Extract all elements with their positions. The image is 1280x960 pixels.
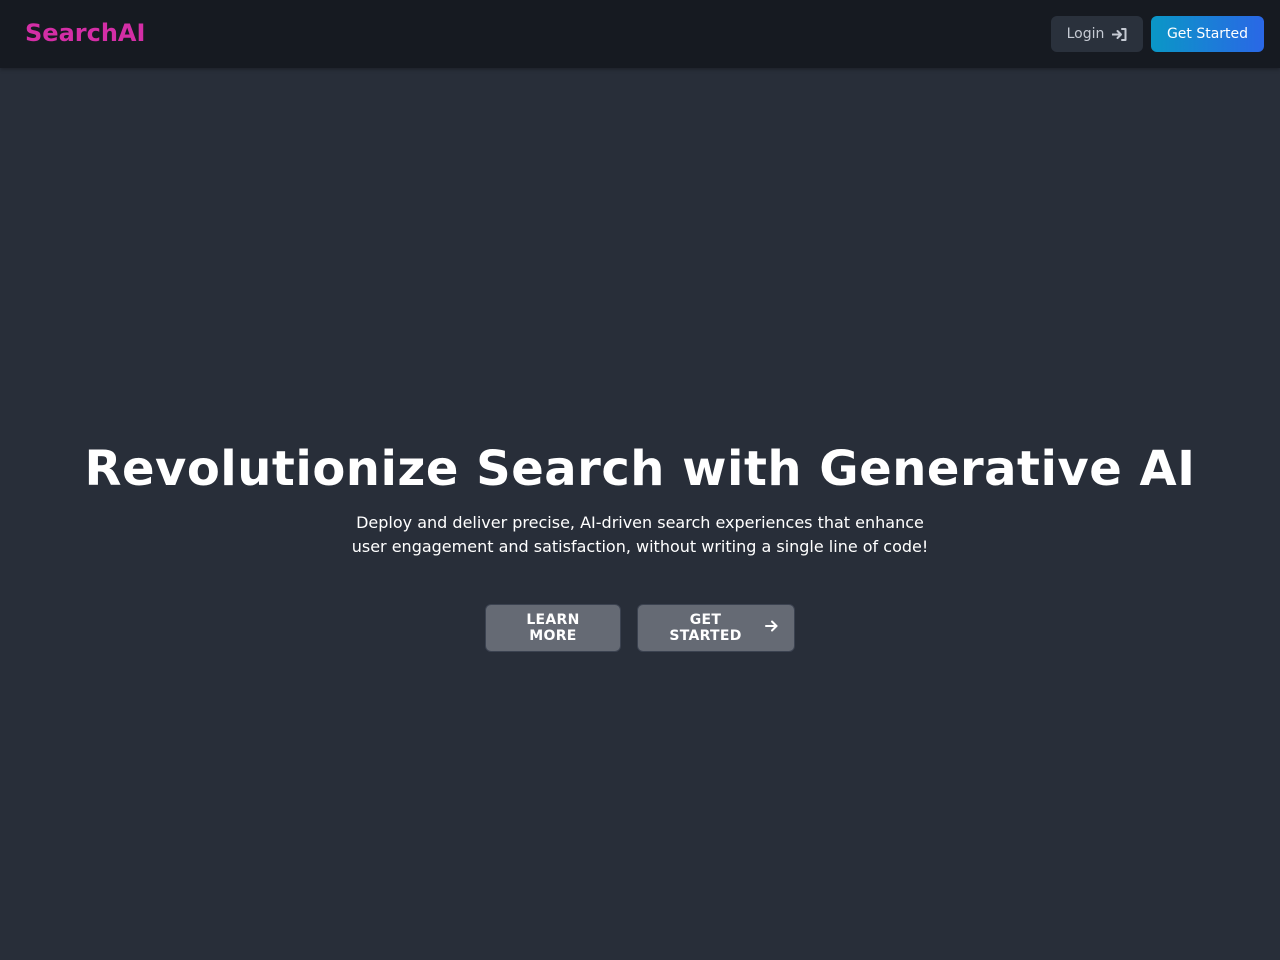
hero-section: Revolutionize Search with Generative AI … bbox=[0, 68, 1280, 960]
sign-in-icon bbox=[1112, 27, 1127, 41]
hero-subtitle: Deploy and deliver precise, AI-driven se… bbox=[351, 513, 929, 556]
hero-title: Revolutionize Search with Generative AI bbox=[84, 441, 1196, 497]
nav-get-started-button[interactable]: Get Started bbox=[1151, 16, 1264, 52]
nav-actions: Login Get Started bbox=[1051, 16, 1264, 52]
top-navbar: SearchAI Login Get Started bbox=[0, 0, 1280, 68]
arrow-right-icon bbox=[765, 620, 778, 636]
brand-logo[interactable]: SearchAI bbox=[25, 17, 145, 49]
hero-get-started-label: GET STARTED bbox=[669, 612, 742, 644]
login-button-label: Login bbox=[1066, 26, 1105, 42]
learn-more-button[interactable]: LEARN MORE bbox=[485, 604, 621, 652]
hero-actions: LEARN MORE GET STARTED bbox=[0, 604, 1280, 652]
login-button[interactable]: Login bbox=[1051, 16, 1143, 52]
hero-get-started-button[interactable]: GET STARTED bbox=[637, 604, 795, 652]
